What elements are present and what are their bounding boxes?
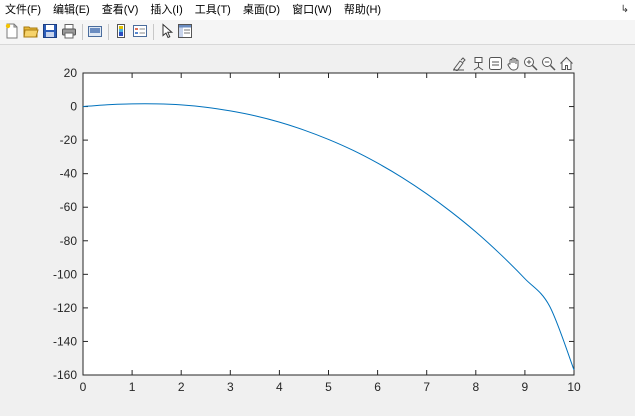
y-tick-label: -60 [60, 200, 78, 214]
y-tick-label: -80 [60, 234, 78, 248]
y-tick-label: -100 [53, 267, 77, 281]
x-tick-label: 7 [423, 380, 430, 394]
y-tick-label: -160 [53, 368, 77, 382]
x-tick-label: 6 [374, 380, 381, 394]
x-tick-label: 8 [472, 380, 479, 394]
x-tick-label: 4 [276, 380, 283, 394]
y-tick-label: 20 [64, 66, 78, 80]
y-tick-label: 0 [70, 100, 77, 114]
x-tick-label: 10 [567, 380, 581, 394]
x-tick-label: 5 [325, 380, 332, 394]
y-tick-label: -20 [60, 133, 78, 147]
figure-window: 文件(F) 编辑(E) 查看(V) 插入(I) 工具(T) 桌面(D) 窗口(W… [0, 0, 635, 416]
x-tick-label: 3 [227, 380, 234, 394]
axes-background[interactable] [83, 73, 574, 375]
y-tick-label: -40 [60, 167, 78, 181]
x-tick-label: 1 [129, 380, 136, 394]
line-chart: 0 1 2 3 4 5 6 7 8 9 10 20 0 -20 -40 -60 -80 -100 -120 -140 -… [53, 66, 581, 394]
y-tick-label: -140 [53, 334, 77, 348]
x-tick-label: 9 [522, 380, 529, 394]
x-tick-label: 0 [80, 380, 87, 394]
y-tick-label: -120 [53, 301, 77, 315]
x-tick-label: 2 [178, 380, 185, 394]
